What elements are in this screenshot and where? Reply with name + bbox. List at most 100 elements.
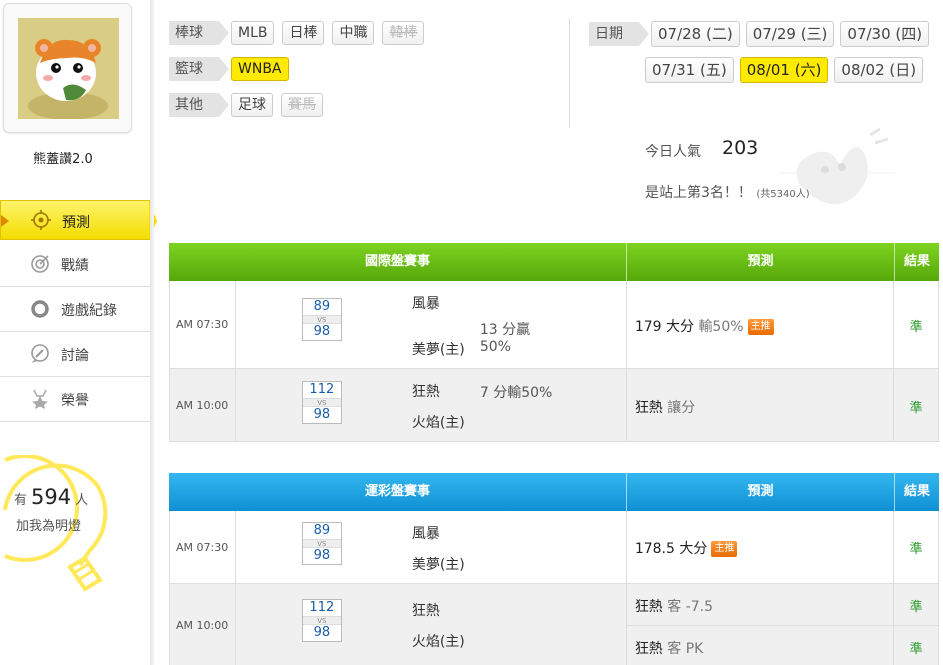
tag-kbo: 韓棒: [382, 21, 425, 45]
sidebar: 熊蓋讚2.0 預測 戰績 遊戲紀錄 討論 榮譽 有 594 人 加我為明燈: [0, 0, 157, 665]
score-box: 89 VS 98: [301, 522, 342, 565]
date-0731[interactable]: 07/31 (五): [645, 57, 734, 83]
nav-label-discussion: 討論: [61, 348, 89, 364]
date-0802[interactable]: 08/02 (日): [834, 57, 924, 83]
popularity-label: 今日人氣: [645, 144, 701, 160]
filter-separator: [569, 18, 570, 128]
home-score: 98: [313, 548, 331, 563]
home-score: 98: [313, 324, 331, 339]
home-score: 98: [313, 625, 331, 640]
away-score: 89: [313, 523, 331, 538]
ring-icon: [31, 300, 49, 318]
nav-item-discussion[interactable]: 討論: [0, 332, 150, 377]
match-cell: 89 VS 98 風暴 美夢(主) 13 分贏 50%: [236, 281, 627, 368]
result-cell: 準: [894, 369, 938, 441]
home-score: 98: [313, 407, 331, 422]
result-cell: 準: [894, 281, 938, 368]
away-team: 狂熱: [411, 384, 440, 400]
result-cell: 準 準: [894, 584, 939, 665]
result-mark: 準: [909, 320, 923, 335]
nav-item-predict[interactable]: 預測: [0, 200, 157, 240]
prediction-text: 狂熱 客 PK: [634, 641, 704, 657]
away-team: 狂熱: [411, 603, 440, 619]
result-mark: 準: [909, 600, 923, 615]
fan-count: 594: [31, 485, 72, 509]
home-team: 美夢(主): [411, 557, 465, 573]
result-cell: 準: [894, 511, 938, 583]
away-score: 89: [313, 299, 331, 314]
result-subrow-2: 準: [894, 626, 938, 665]
result-mark: 準: [909, 642, 923, 657]
handicap-percent: 50%: [479, 339, 511, 355]
match-cell: 112 VS 98 狂熱 火焰(主): [235, 584, 627, 665]
prediction-cell: 狂熱 讓分: [626, 369, 895, 441]
nav-item-honor[interactable]: 榮譽: [0, 377, 150, 422]
filter-row-other: 其他 足球 賽馬: [169, 93, 331, 117]
category-label-other: 其他: [169, 93, 229, 117]
filter-row-basketball: 籃球 WNBA: [169, 57, 297, 81]
rank-text: 是站上第3名！！ (共5340人): [645, 185, 810, 201]
username: 熊蓋讚2.0: [33, 152, 93, 167]
fan-bulb-panel[interactable]: 有 594 人 加我為明燈: [0, 455, 150, 600]
category-label-basketball: 籃球: [169, 57, 229, 81]
vs-label: VS: [302, 539, 341, 548]
filter-row-baseball: 棒球 MLB 日棒 中職 韓棒: [169, 21, 432, 45]
handicap-note: 13 分贏: [479, 322, 531, 338]
popularity-value: 203: [722, 137, 759, 159]
tag-wnba[interactable]: WNBA: [231, 57, 289, 81]
avatar[interactable]: [18, 18, 119, 119]
match-time: AM 07:30: [170, 511, 236, 583]
match-cell: 112 VS 98 狂熱 火焰(主) 7 分輸50%: [235, 369, 627, 441]
prediction-text: 狂熱 讓分: [634, 400, 696, 416]
prediction-subrow-1: 狂熱 客 -7.5: [626, 584, 894, 626]
date-0729[interactable]: 07/29 (三): [745, 21, 835, 47]
lottery-header-result: 結果: [903, 484, 930, 499]
nav-item-record[interactable]: 戰績: [0, 242, 150, 287]
tag-mlb[interactable]: MLB: [231, 21, 275, 45]
date-row-1: 日期 07/28 (二) 07/29 (三) 07/30 (四): [589, 21, 935, 47]
featured-badge: 主推: [711, 541, 738, 557]
result-mark: 準: [909, 401, 923, 416]
match-time: AM 10:00: [170, 369, 236, 441]
lottery-table-header: 運彩盤賽事 預測 結果: [169, 473, 939, 511]
score-box: 112 VS 98: [301, 381, 342, 424]
score-box: 89 VS 98: [301, 298, 342, 341]
category-label-date: 日期: [589, 22, 649, 46]
away-team: 風暴: [411, 296, 440, 312]
nav-label-predict: 預測: [62, 215, 90, 231]
prediction-subrow-2: 狂熱 客 PK: [627, 626, 894, 665]
score-box: 112 VS 98: [301, 599, 342, 642]
vs-label: VS: [302, 315, 341, 324]
chat-icon: [31, 344, 49, 363]
home-team: 火焰(主): [411, 634, 465, 650]
lottery-header-prediction: 預測: [627, 473, 895, 511]
target-icon: [31, 210, 51, 230]
prediction-cell: 179 大分 輸50% 主推: [627, 281, 895, 368]
tag-cpbl[interactable]: 中職: [332, 21, 375, 45]
result-mark: 準: [909, 542, 923, 557]
date-row-2: 07/31 (五) 08/01 (六) 08/02 (日): [645, 57, 929, 83]
match-cell: 89 VS 98 風暴 美夢(主): [236, 511, 627, 583]
prediction-cell: 178.5 大分 主推: [627, 511, 895, 583]
tag-horse-racing: 賽馬: [281, 93, 323, 117]
table-row: AM 10:00 112 VS 98 狂熱 火焰(主) 7 分輸50% 狂熱 讓…: [169, 369, 939, 442]
medal-icon: [32, 389, 48, 409]
sidebar-divider: [150, 0, 154, 665]
match-time: AM 10:00: [170, 584, 236, 665]
nav-label-game-log: 遊戲紀錄: [61, 303, 117, 319]
date-0801[interactable]: 08/01 (六): [739, 57, 829, 83]
tag-soccer[interactable]: 足球: [231, 93, 273, 117]
table-row: AM 10:00 112 VS 98 狂熱 火焰(主) 狂熱 客 -7.5 狂熱…: [169, 584, 939, 665]
prediction-text: 179 大分 輸50% 主推: [635, 316, 774, 336]
nav-item-game-log[interactable]: 遊戲紀錄: [0, 287, 150, 332]
fan-count-line: 有 594 人: [14, 485, 89, 509]
intl-header-prediction: 預測: [627, 243, 895, 281]
home-team: 美夢(主): [411, 342, 465, 358]
tag-npb[interactable]: 日棒: [282, 21, 325, 45]
date-0730[interactable]: 07/30 (四): [840, 21, 930, 47]
date-0728[interactable]: 07/28 (二): [651, 21, 740, 47]
intl-header-result: 結果: [903, 254, 930, 269]
featured-badge: 主推: [747, 319, 774, 335]
table-row: AM 07:30 89 VS 98 風暴 美夢(主) 13 分贏 50% 179…: [169, 281, 939, 369]
hamster-avatar-icon: [18, 18, 119, 119]
